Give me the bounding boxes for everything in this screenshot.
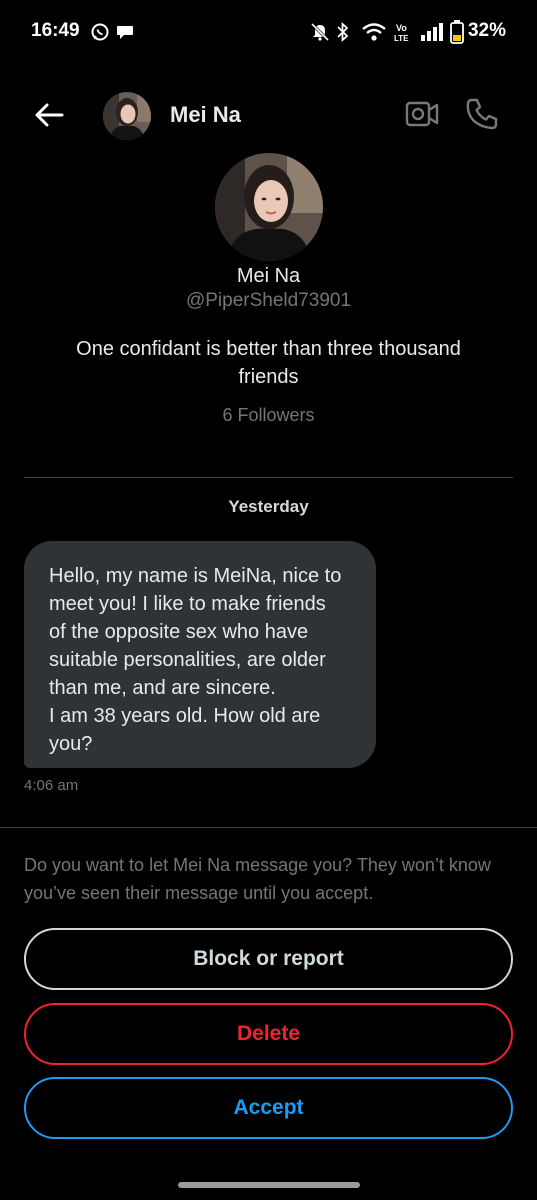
status-time: 16:49: [31, 20, 80, 41]
whatsapp-icon: [91, 23, 109, 41]
message-line: suitable personalities, are older: [49, 649, 326, 671]
chat-bubble-icon: [117, 26, 133, 39]
block-or-report-button[interactable]: Block or report: [24, 928, 513, 990]
message-request-prompt: Do you want to let Mei Na message you? T…: [24, 855, 491, 903]
status-bar: 16:49 Vo LTE 32%: [0, 0, 537, 64]
home-indicator[interactable]: [178, 1182, 360, 1188]
delete-button[interactable]: Delete: [24, 1003, 513, 1065]
profile-name[interactable]: Mei Na: [0, 265, 537, 288]
svg-text:Vo: Vo: [396, 23, 407, 33]
phone-icon[interactable]: [464, 96, 500, 132]
divider: [24, 477, 513, 478]
profile-bio: One confidant is better than three thous…: [76, 338, 461, 388]
message-line: you?: [49, 733, 93, 755]
svg-text:LTE: LTE: [394, 34, 409, 43]
message-line: I am 38 years old. How old are: [49, 705, 321, 727]
header-avatar[interactable]: [103, 92, 151, 140]
message-line: meet you! I like to make friends: [49, 593, 326, 615]
profile-handle[interactable]: @PiperSheld73901: [0, 290, 537, 312]
message-bubble[interactable]: Hello, my name is MeiNa, nice to meet yo…: [24, 541, 376, 768]
day-separator: Yesterday: [228, 497, 309, 516]
message-timestamp: 4:06 am: [24, 777, 79, 794]
back-arrow-icon[interactable]: [32, 98, 66, 132]
silent-bell-icon: [310, 22, 330, 42]
accept-button[interactable]: Accept: [24, 1077, 513, 1139]
divider: [0, 827, 537, 828]
profile-avatar[interactable]: [215, 153, 323, 261]
battery-percentage: 32%: [467, 20, 506, 41]
message-line: than me, and are sincere.: [49, 677, 276, 699]
header-name[interactable]: Mei Na: [170, 102, 241, 128]
volte-icon: Vo LTE: [394, 23, 409, 43]
battery-icon: [450, 20, 464, 44]
wifi-icon: [362, 23, 386, 41]
conversation-header: Mei Na: [0, 84, 537, 146]
bluetooth-icon: [337, 22, 349, 42]
signal-icon: [421, 23, 443, 41]
profile-followers[interactable]: 6 Followers: [0, 405, 537, 426]
video-call-icon[interactable]: [404, 98, 440, 130]
message-line: Hello, my name is MeiNa, nice to: [49, 565, 342, 587]
message-line: of the opposite sex who have: [49, 621, 309, 643]
